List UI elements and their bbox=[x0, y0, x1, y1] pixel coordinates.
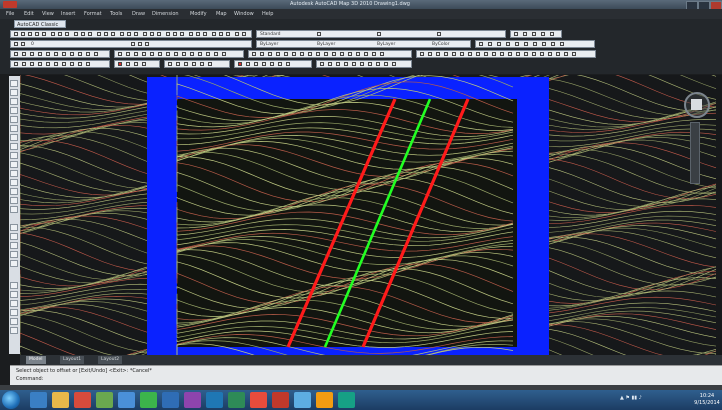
modify-ii-toolbar[interactable] bbox=[10, 60, 110, 68]
plotstyle-field[interactable]: ByColor bbox=[432, 41, 450, 48]
menu-file[interactable]: File bbox=[6, 10, 14, 18]
title-bar: Autodesk AutoCAD Map 3D 2010 Drawing1.dw… bbox=[0, 0, 722, 10]
modify-copy-button[interactable] bbox=[10, 291, 18, 298]
tab-model[interactable]: Model bbox=[26, 356, 46, 364]
menu-insert[interactable]: Insert bbox=[61, 10, 75, 18]
menu-map[interactable]: Map bbox=[216, 10, 227, 18]
arc-tool-button[interactable] bbox=[10, 125, 18, 132]
ie-icon[interactable] bbox=[30, 392, 47, 408]
word-icon[interactable] bbox=[206, 392, 223, 408]
orbit-toolbar[interactable] bbox=[234, 60, 312, 68]
draw-order-toolbar[interactable] bbox=[10, 50, 110, 58]
app-icon-2[interactable] bbox=[118, 392, 135, 408]
layer-field[interactable]: 0 bbox=[31, 41, 34, 48]
menu-format[interactable]: Format bbox=[84, 10, 102, 18]
modify-trim-button[interactable] bbox=[10, 327, 18, 334]
dimension-toolbar[interactable] bbox=[114, 50, 244, 58]
app-icon-8[interactable] bbox=[316, 392, 333, 408]
viewcube[interactable] bbox=[684, 92, 710, 118]
point-tool-button[interactable] bbox=[10, 197, 18, 204]
gradient-tool-button[interactable] bbox=[10, 224, 18, 231]
menu-edit[interactable]: Edit bbox=[24, 10, 34, 18]
navigation-bar[interactable] bbox=[690, 122, 700, 184]
menu-dimension[interactable]: Dimension bbox=[152, 10, 179, 18]
object-snap-toolbar[interactable] bbox=[416, 50, 596, 58]
start-button[interactable] bbox=[2, 391, 20, 409]
polygon-tool-button[interactable] bbox=[10, 107, 18, 114]
map-toolbar[interactable] bbox=[475, 40, 595, 48]
clock-time: 10:24 bbox=[699, 393, 715, 399]
drawing-canvas[interactable] bbox=[20, 75, 722, 355]
revcloud-tool-button[interactable] bbox=[10, 143, 18, 150]
modify-move-button[interactable] bbox=[10, 309, 18, 316]
make-block-tool-button[interactable] bbox=[10, 188, 18, 195]
circle-tool-button[interactable] bbox=[10, 134, 18, 141]
menu-modify[interactable]: Modify bbox=[190, 10, 207, 18]
app-icon-3[interactable] bbox=[140, 392, 157, 408]
line-tool-button[interactable] bbox=[10, 80, 18, 87]
app-icon-4[interactable] bbox=[162, 392, 179, 408]
color-field[interactable]: ByLayer bbox=[260, 41, 278, 48]
excel-icon[interactable] bbox=[228, 392, 245, 408]
properties-toolbar[interactable]: ByLayer ByLayer ByLayer ByColor bbox=[256, 40, 471, 48]
shade-toolbar[interactable] bbox=[164, 60, 230, 68]
clock-date: 9/15/2014 bbox=[694, 400, 720, 406]
app-icon-1[interactable] bbox=[96, 392, 113, 408]
layout-tabs: Model Layout1 Layout2 bbox=[20, 355, 722, 365]
menu-bar: File Edit View Insert Format Tools Draw … bbox=[0, 9, 722, 19]
viewcube-face[interactable] bbox=[691, 99, 702, 110]
modify-offset-button[interactable] bbox=[10, 300, 18, 307]
table-tool-button[interactable] bbox=[10, 242, 18, 249]
media-icon[interactable] bbox=[74, 392, 91, 408]
app-icon-9[interactable] bbox=[338, 392, 355, 408]
construction-line-tool-button[interactable] bbox=[10, 89, 18, 96]
spline-tool-button[interactable] bbox=[10, 152, 18, 159]
polyline-tool-button[interactable] bbox=[10, 98, 18, 105]
app-icon-5[interactable] bbox=[184, 392, 201, 408]
system-tray[interactable]: ▲ ⚑ ▮▮ ♪ bbox=[620, 395, 642, 401]
menu-draw[interactable]: Draw bbox=[132, 10, 145, 18]
styles-toolbar[interactable]: Standard bbox=[256, 30, 506, 38]
autocad-icon[interactable] bbox=[272, 392, 289, 408]
standard-toolbar[interactable] bbox=[10, 30, 252, 38]
tab-layout1[interactable]: Layout1 bbox=[60, 356, 85, 364]
command-history: Select object to offset or [Exit/Undo] <… bbox=[16, 368, 152, 374]
lineweight-field[interactable]: ByLayer bbox=[377, 41, 395, 48]
application-menu-button[interactable] bbox=[3, 1, 17, 8]
render-toolbar[interactable] bbox=[114, 60, 160, 68]
app-icon-6[interactable] bbox=[250, 392, 267, 408]
linetype-field[interactable]: ByLayer bbox=[317, 41, 335, 48]
taskbar-clock[interactable]: 10:24 9/15/2014 bbox=[694, 393, 720, 407]
zoom-toolbar[interactable] bbox=[510, 30, 562, 38]
modify-rotate-button[interactable] bbox=[10, 318, 18, 325]
menu-tools[interactable]: Tools bbox=[110, 10, 122, 18]
command-line[interactable]: Select object to offset or [Exit/Undo] <… bbox=[10, 365, 722, 386]
menu-window[interactable]: Window bbox=[234, 10, 254, 18]
region-tool-button[interactable] bbox=[10, 233, 18, 240]
taskbar: ▲ ⚑ ▮▮ ♪ 10:24 9/15/2014 bbox=[0, 390, 722, 410]
command-prompt[interactable]: Command: bbox=[16, 376, 43, 382]
hatch-tool-button[interactable] bbox=[10, 206, 18, 213]
menu-help[interactable]: Help bbox=[262, 10, 273, 18]
ellipse-arc-tool-button[interactable] bbox=[10, 170, 18, 177]
insert-block-tool-button[interactable] bbox=[10, 179, 18, 186]
layers-toolbar[interactable]: 0 bbox=[10, 40, 252, 48]
modify-erase-button[interactable] bbox=[10, 282, 18, 289]
inquiry-toolbar[interactable] bbox=[248, 50, 412, 58]
menu-view[interactable]: View bbox=[42, 10, 54, 18]
mtext-tool-button[interactable] bbox=[10, 251, 18, 258]
toolbar-area: AutoCAD Classic Standard 0 ByLayer ByLay… bbox=[0, 19, 722, 74]
window-title: Autodesk AutoCAD Map 3D 2010 Drawing1.dw… bbox=[290, 1, 410, 7]
tab-layout2[interactable]: Layout2 bbox=[98, 356, 123, 364]
ucs-toolbar[interactable] bbox=[316, 60, 412, 68]
add-selected-tool-button[interactable] bbox=[10, 260, 18, 267]
ellipse-tool-button[interactable] bbox=[10, 161, 18, 168]
explorer-icon[interactable] bbox=[52, 392, 69, 408]
text-style-field: Standard bbox=[260, 32, 281, 37]
rectangle-tool-button[interactable] bbox=[10, 116, 18, 123]
workspace-selector[interactable]: AutoCAD Classic bbox=[14, 20, 66, 28]
app-icon-7[interactable] bbox=[294, 392, 311, 408]
